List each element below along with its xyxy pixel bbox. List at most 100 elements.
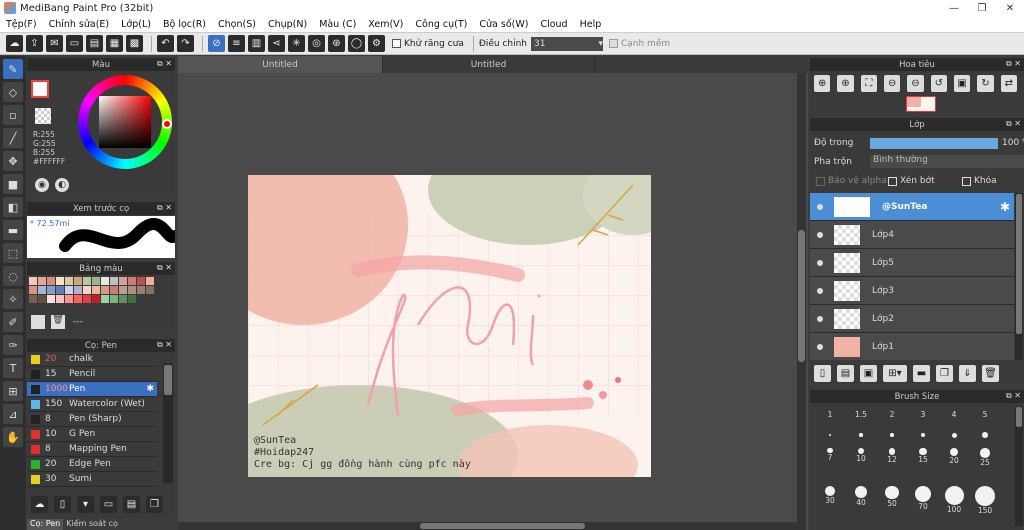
menu-snap[interactable]: Chụp(N) — [262, 19, 313, 30]
tab-brush[interactable]: Cọ: Pen — [27, 519, 64, 530]
brush-size-option[interactable]: 10 — [847, 448, 875, 463]
palette-swatch[interactable] — [92, 277, 100, 285]
palette-swatch[interactable] — [74, 277, 82, 285]
brush-size-dot[interactable] — [951, 432, 957, 438]
visibility-icon[interactable] — [817, 287, 823, 294]
brush-item[interactable]: 20 Edge Pen — [27, 457, 157, 472]
palette-icon[interactable]: ◉ — [35, 178, 49, 192]
menu-color[interactable]: Màu (C) — [313, 19, 362, 30]
panel-close-icon[interactable]: ⧉ ✕ — [157, 203, 172, 213]
fit-window-icon[interactable]: ⛶ — [860, 75, 877, 92]
brush-item[interactable]: 20 chalk — [27, 352, 157, 367]
visibility-icon[interactable] — [817, 203, 823, 210]
palette-swatch[interactable] — [101, 277, 109, 285]
export-icon[interactable]: ⇪ — [26, 35, 43, 52]
palette-swatch[interactable] — [65, 286, 73, 294]
palette-swatch[interactable] — [110, 277, 118, 285]
layer-row[interactable]: Lớp3 — [810, 277, 1014, 305]
blend-mode-select[interactable]: Bình thường — [870, 155, 1024, 168]
brush-settings-gear-icon[interactable]: ✱ — [146, 384, 154, 394]
palette-swatch[interactable] — [83, 277, 91, 285]
palette-swatch[interactable] — [38, 295, 46, 303]
brush-size-dot[interactable] — [859, 433, 863, 437]
layer-row[interactable]: Lớp4 — [810, 221, 1014, 249]
palette-swatch[interactable] — [47, 286, 55, 294]
zoom-out-icon[interactable]: ⊖ — [883, 75, 901, 92]
tab-untitled-1[interactable]: Untitled — [178, 56, 383, 73]
zoom-out-alt-icon[interactable]: ⊖ — [907, 75, 924, 92]
layer-scrollbar[interactable] — [1015, 193, 1023, 360]
menu-window[interactable]: Cửa số(W) — [473, 19, 534, 30]
grid-icon[interactable]: ▩ — [126, 35, 143, 52]
palette-swatch[interactable] — [92, 286, 100, 294]
protect-alpha-option[interactable]: Bảo vệ alpha — [816, 176, 887, 186]
palette-swatch[interactable] — [119, 277, 127, 285]
palette-swatch[interactable] — [83, 286, 91, 294]
canvas-vertical-scrollbar[interactable] — [797, 73, 806, 530]
palette-swatch[interactable] — [92, 295, 100, 303]
cloud-icon[interactable]: ☁ — [6, 35, 23, 52]
fill-rect-tool-icon[interactable]: ■ — [3, 174, 23, 194]
palette-swatch[interactable] — [110, 295, 118, 303]
comment-icon[interactable]: ✉ — [46, 35, 63, 52]
close-button[interactable]: ✕ — [996, 0, 1024, 16]
panel-close-icon[interactable]: ⧉ ✕ — [157, 340, 172, 350]
panel-close-icon[interactable]: ⧉ ✕ — [157, 59, 172, 69]
brush-settings-icon[interactable]: ▤ — [123, 495, 140, 513]
gear-icon[interactable]: ✱ — [1000, 200, 1010, 214]
palette-swatch[interactable] — [128, 295, 136, 303]
visibility-icon[interactable] — [817, 315, 823, 322]
brush-size-dot[interactable] — [828, 433, 832, 437]
settings-gear-icon[interactable]: ⚙ — [368, 35, 385, 52]
saturation-square[interactable] — [99, 96, 151, 148]
bucket-tool-icon[interactable]: ◧ — [3, 197, 23, 217]
palette-swatch[interactable] — [38, 286, 46, 294]
palette-swatch[interactable] — [101, 295, 109, 303]
brush-size-option[interactable]: 20 — [940, 448, 968, 465]
lock-option[interactable]: Khóa — [962, 176, 997, 186]
tab-brush-control[interactable]: Kiểm soát cọ — [63, 519, 121, 530]
brush-size-option[interactable]: 50 — [878, 486, 906, 508]
menu-filter[interactable]: Bộ lọc(R) — [157, 19, 212, 30]
palette-swatch[interactable] — [146, 286, 154, 294]
artwork-canvas[interactable]: @SunTea #Hoidap247 Cre bg: Cj gg đồng hà… — [248, 175, 651, 477]
palette-swatch[interactable] — [29, 286, 37, 294]
panel-close-icon[interactable]: ⧉ ✕ — [1006, 391, 1021, 401]
brush-tool-icon[interactable]: ✎ — [3, 59, 23, 79]
flip-icon[interactable]: ⇄ — [1000, 75, 1017, 92]
hue-wheel[interactable] — [78, 75, 172, 169]
palette-swatch[interactable] — [83, 295, 91, 303]
brush-item[interactable]: 1000 Pen ✱ — [27, 382, 157, 397]
palette-swatch[interactable] — [65, 295, 73, 303]
smooth-edge-checkbox[interactable] — [608, 39, 618, 48]
visibility-icon[interactable] — [817, 259, 823, 266]
redo-icon[interactable]: ↷ — [177, 35, 194, 52]
cross-snap-icon[interactable]: ▥ — [248, 35, 265, 52]
palette-swatch[interactable] — [47, 295, 55, 303]
rotate-left-icon[interactable]: ↺ — [930, 75, 947, 92]
palette-swatch[interactable] — [74, 295, 82, 303]
curve-snap-icon[interactable]: ⊛ — [328, 35, 345, 52]
brush-size-dot[interactable] — [920, 432, 926, 438]
brush-item[interactable]: 15 Pencil — [27, 367, 157, 382]
tab-untitled-2[interactable]: Untitled — [383, 56, 595, 73]
gradient-tool-icon[interactable]: ▬ — [3, 220, 23, 240]
line-tool-icon[interactable]: ╱ — [3, 128, 23, 148]
move-tool-icon[interactable]: ✥ — [3, 151, 23, 171]
magic-wand-tool-icon[interactable]: ✧ — [3, 289, 23, 309]
menu-layer[interactable]: Lớp(L) — [115, 19, 157, 30]
palette-swatch[interactable] — [119, 295, 127, 303]
parallel-snap-icon[interactable]: ≡ — [228, 35, 245, 52]
select-rect-tool-icon[interactable]: ⬚ — [3, 243, 23, 263]
fit-icon[interactable]: ▣ — [953, 75, 971, 92]
panel-close-icon[interactable]: ⧉ ✕ — [1006, 119, 1021, 129]
visibility-icon[interactable] — [817, 343, 823, 350]
navigator-thumbnail[interactable] — [906, 96, 936, 112]
palette-swatch[interactable] — [137, 286, 145, 294]
palette-swatch[interactable] — [74, 286, 82, 294]
brush-size-option[interactable]: 5 — [971, 410, 999, 419]
panel-close-icon[interactable]: ⧉ ✕ — [1006, 59, 1021, 69]
layer-row[interactable]: Lớp5 — [810, 249, 1014, 277]
palette-swatch[interactable] — [128, 286, 136, 294]
divide-tool-icon[interactable]: ⊞ — [3, 381, 23, 401]
